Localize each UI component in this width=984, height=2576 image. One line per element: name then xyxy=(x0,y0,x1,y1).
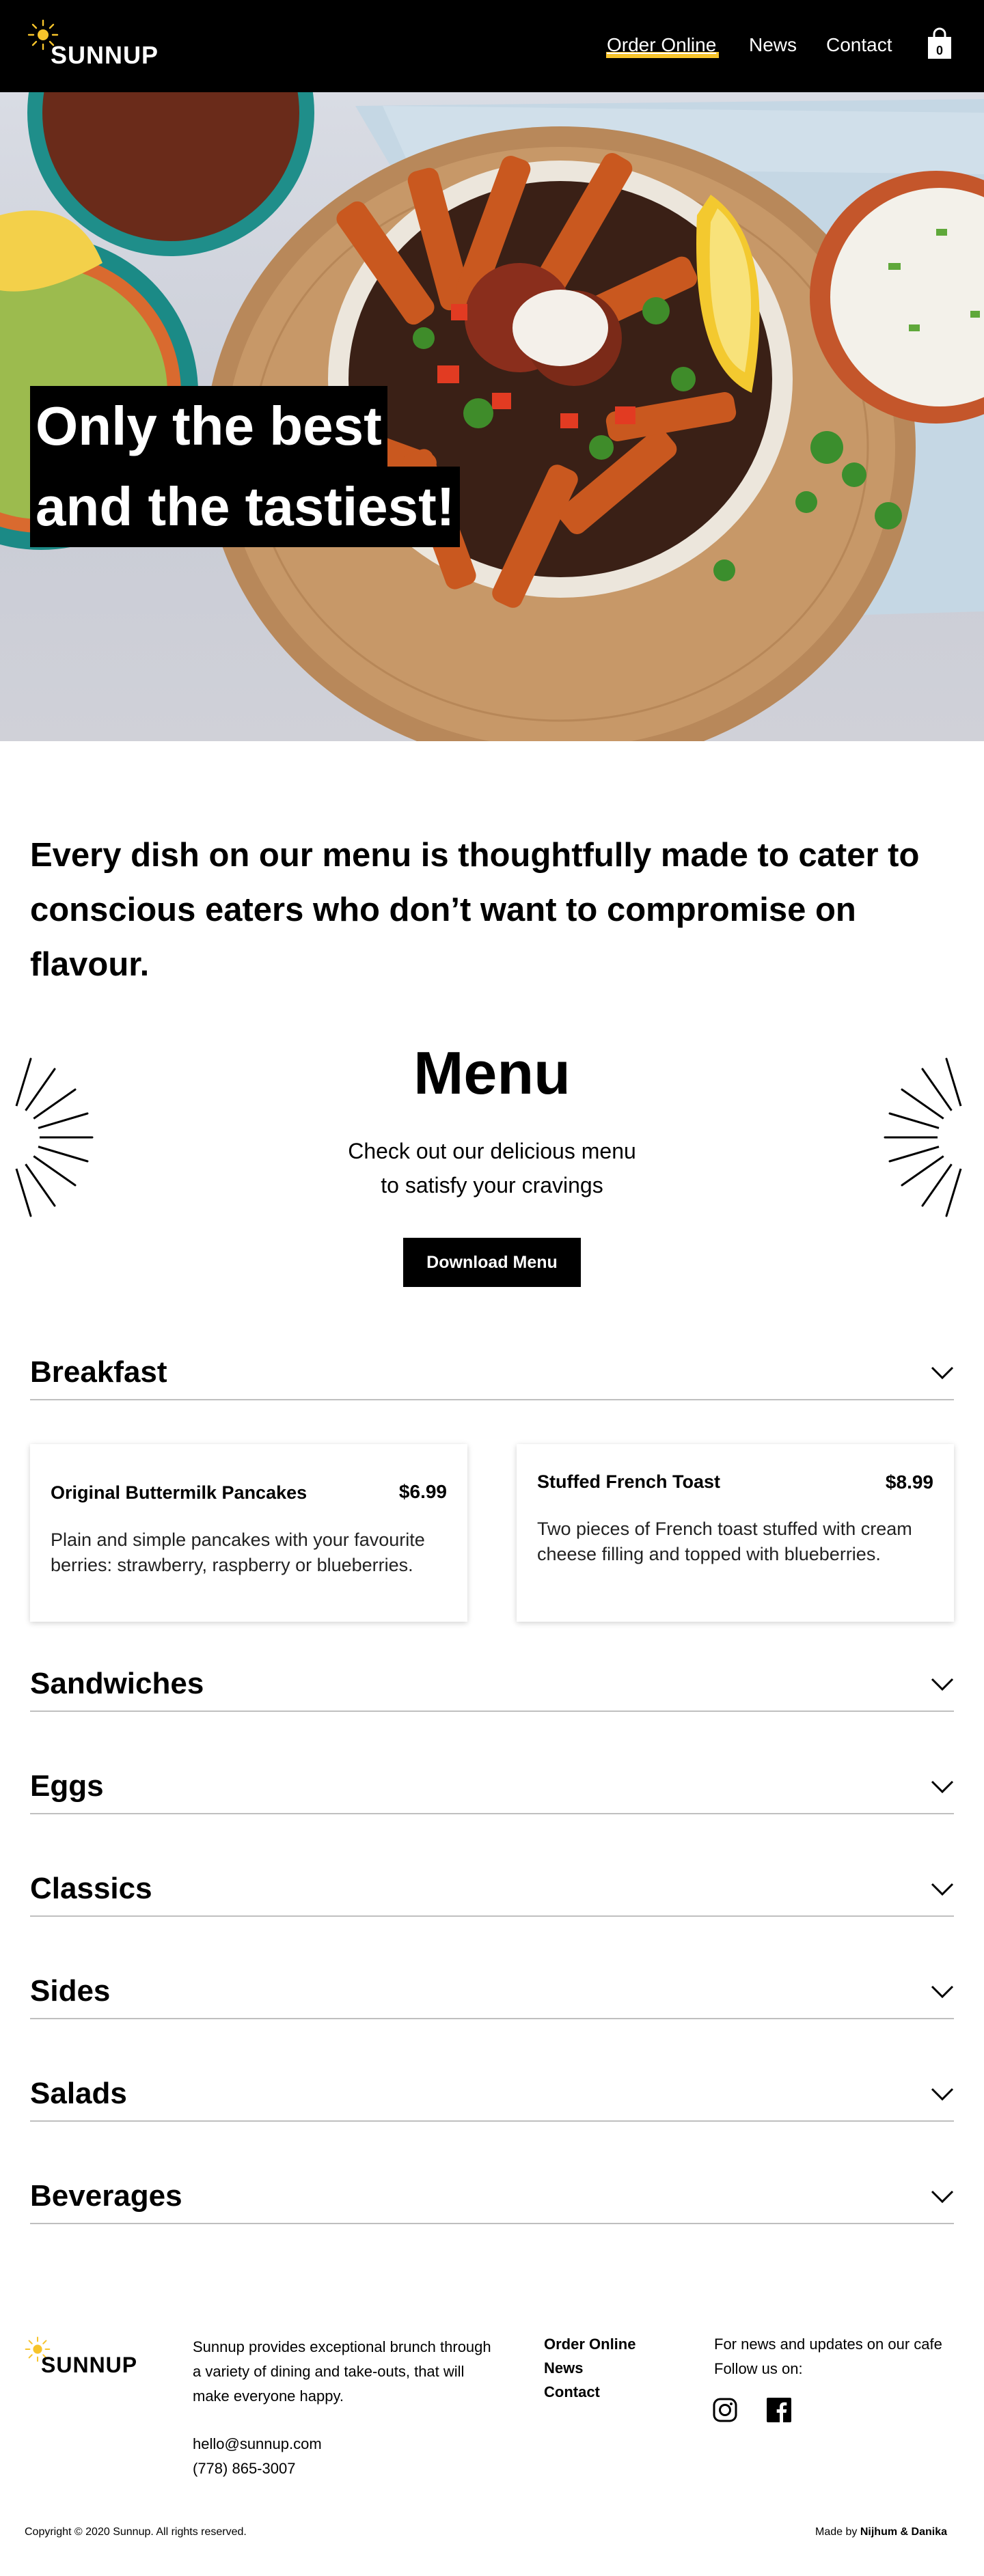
cart-button[interactable]: 0 xyxy=(927,27,953,60)
category-breakfast[interactable]: Breakfast xyxy=(30,1339,954,1400)
footer-link-news[interactable]: News xyxy=(544,2356,681,2380)
nav-contact[interactable]: Contact xyxy=(826,34,892,56)
category-beverages[interactable]: Beverages xyxy=(30,2163,954,2224)
footer-link-order-online[interactable]: Order Online xyxy=(544,2332,681,2356)
made-by-names: Nijhum & Danika xyxy=(860,2526,947,2538)
chevron-down-icon xyxy=(931,2088,954,2101)
hero-line-1: Only the best xyxy=(30,386,387,467)
hero-headline: Only the best and the tastiest! xyxy=(30,386,461,547)
chevron-down-icon xyxy=(931,1780,954,1794)
category-eggs[interactable]: Eggs xyxy=(30,1753,954,1814)
category-label: Classics xyxy=(30,1872,152,1905)
footer-about: Sunnup provides exceptional brunch throu… xyxy=(193,2338,491,2405)
chevron-down-icon xyxy=(931,1678,954,1691)
footer-logo-text: SUNNUP xyxy=(41,2353,138,2377)
category-label: Sandwiches xyxy=(30,1667,204,1700)
category-salads[interactable]: Salads xyxy=(30,2060,954,2122)
chevron-down-icon xyxy=(931,2190,954,2204)
category-label: Eggs xyxy=(30,1769,104,1803)
item-name: Stuffed French Toast xyxy=(537,1471,721,1492)
instagram-icon[interactable] xyxy=(713,2398,737,2422)
chevron-down-icon xyxy=(931,1985,954,1999)
chevron-down-icon xyxy=(931,1366,954,1380)
site-logo[interactable]: SUNNUP xyxy=(27,19,178,74)
category-label: Beverages xyxy=(30,2179,182,2213)
site-header: SUNNUP Order Online News Contact 0 xyxy=(0,0,984,92)
category-sandwiches[interactable]: Sandwiches xyxy=(30,1650,954,1712)
nav-news[interactable]: News xyxy=(749,34,797,56)
facebook-icon[interactable] xyxy=(767,2398,791,2422)
menu-title: Menu xyxy=(413,1039,571,1107)
footer-link-contact[interactable]: Contact xyxy=(544,2380,681,2404)
category-label: Breakfast xyxy=(30,1355,167,1389)
shopping-bag-icon: 0 xyxy=(928,27,951,59)
cart-count: 0 xyxy=(936,44,943,57)
category-classics[interactable]: Classics xyxy=(30,1855,954,1917)
footer-phone[interactable]: (778) 865-3007 xyxy=(193,2456,398,2481)
download-menu-button[interactable]: Download Menu xyxy=(403,1238,581,1287)
menu-item-card[interactable]: Stuffed French Toast $8.99 Two pieces of… xyxy=(517,1444,954,1622)
intro-statement: Every dish on our menu is thoughtfully m… xyxy=(30,837,920,983)
item-name: Original Buttermilk Pancakes xyxy=(51,1482,308,1503)
footer-contact-info: hello@sunnup.com (778) 865-3007 xyxy=(193,2432,398,2481)
item-price: $6.99 xyxy=(398,1481,447,1502)
item-price: $8.99 xyxy=(885,1471,933,1493)
item-description: Plain and simple pancakes with your favo… xyxy=(51,1529,425,1575)
copyright-text: Copyright © 2020 Sunnup. All rights rese… xyxy=(25,2526,247,2538)
hero-line-2: and the tastiest! xyxy=(30,467,461,547)
chevron-down-icon xyxy=(931,1883,954,1896)
footer-email[interactable]: hello@sunnup.com xyxy=(193,2432,398,2456)
footer-nav: Order Online News Contact xyxy=(544,2332,681,2404)
hero-banner: Only the best and the tastiest! xyxy=(0,92,984,741)
category-label: Salads xyxy=(30,2077,127,2110)
made-by-credit: Made by Nijhum & Danika xyxy=(815,2526,947,2538)
footer-logo[interactable]: SUNNUP xyxy=(25,2336,161,2384)
category-label: Sides xyxy=(30,1974,111,2008)
logo-text: SUNNUP xyxy=(51,41,159,69)
menu-item-card[interactable]: Original Buttermilk Pancakes $6.99 Plain… xyxy=(30,1444,467,1622)
menu-subtitle: Check out our delicious menu to satisfy … xyxy=(348,1139,636,1197)
nav-order-online[interactable]: Order Online xyxy=(607,34,716,56)
item-description: Two pieces of French toast stuffed with … xyxy=(537,1519,912,1564)
category-sides[interactable]: Sides xyxy=(30,1958,954,2019)
footer-newsletter: For news and updates on our cafe Follow … xyxy=(714,2336,942,2377)
